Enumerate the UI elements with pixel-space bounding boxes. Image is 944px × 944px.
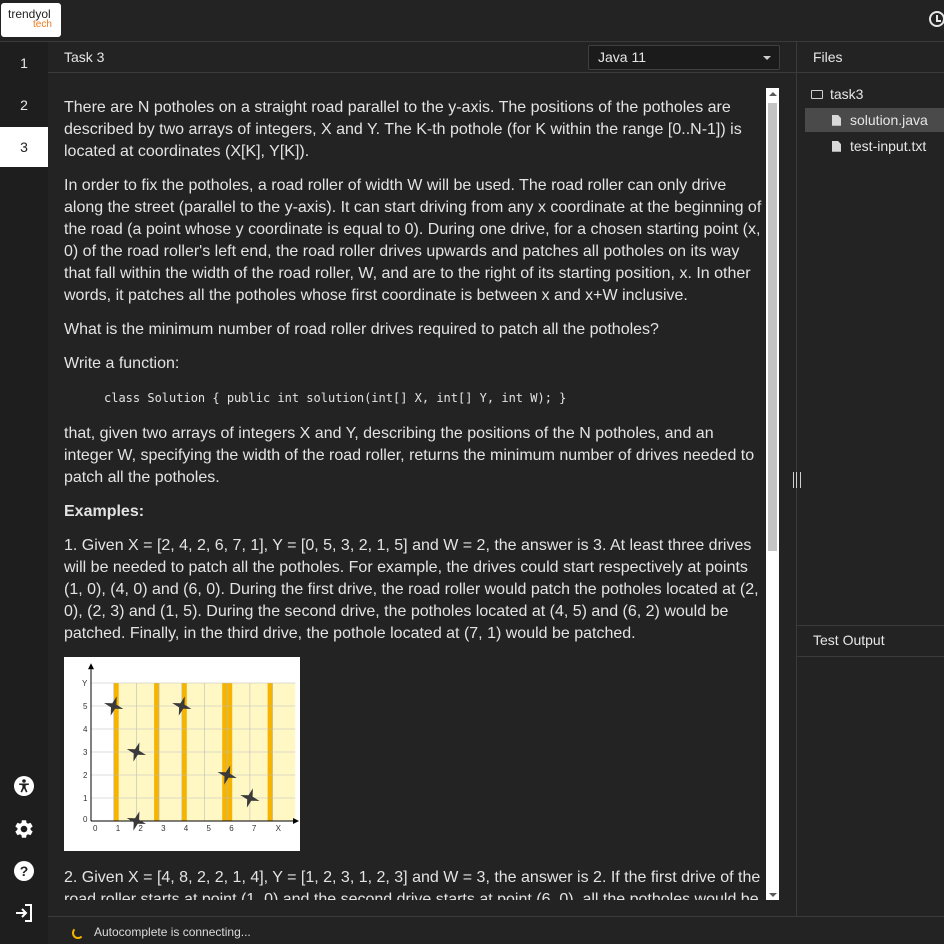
folder-task3[interactable]: task3 — [811, 82, 944, 106]
problem-paragraph: Write a function: — [64, 355, 180, 372]
status-bar: Autocomplete is connecting... — [48, 916, 944, 944]
file-label: solution.java — [850, 112, 928, 128]
test-output-divider — [797, 625, 944, 626]
scroll-up-icon[interactable] — [769, 92, 777, 96]
x-tick-label: 7 — [252, 824, 257, 833]
task-nav-item-2[interactable]: 2 — [0, 85, 48, 125]
language-select-value: Java 11 — [598, 49, 646, 65]
task-nav: 1 2 3 ? — [0, 42, 48, 944]
status-text: Autocomplete is connecting... — [94, 925, 251, 939]
scrollbar-thumb[interactable] — [768, 103, 777, 551]
y-axis-label: Y — [82, 679, 88, 688]
x-tick-label: 3 — [161, 824, 166, 833]
file-label: test-input.txt — [850, 138, 927, 154]
task-title: Task 3 — [64, 49, 105, 65]
language-select[interactable]: Java 11 — [588, 45, 780, 70]
folder-label: task3 — [830, 86, 864, 102]
y-tick-label: 1 — [83, 794, 88, 803]
problem-description: There are N potholes on a straight road … — [48, 73, 766, 900]
file-icon — [832, 140, 841, 152]
gear-icon[interactable] — [13, 818, 35, 840]
x-tick-label: 1 — [116, 824, 121, 833]
task-nav-item-1[interactable]: 1 — [0, 43, 48, 83]
x-axis-arrow — [293, 818, 300, 824]
problem-paragraph: In order to fix the potholes, a road rol… — [64, 177, 762, 304]
trendyol-tech-logo: trendyol tech — [1, 3, 61, 37]
spinner-icon — [72, 927, 84, 939]
function-signature: class Solution { public int solution(int… — [104, 391, 567, 405]
svg-text:?: ? — [20, 863, 29, 879]
task-header: Task 3 Java 11 — [48, 42, 796, 73]
x-tick-label: 5 — [207, 824, 212, 833]
caret-down-icon — [763, 56, 771, 60]
problem-paragraph: There are N potholes on a straight road … — [64, 99, 742, 160]
problem-question: What is the minimum number of road rolle… — [64, 321, 659, 338]
description-scrollbar[interactable] — [766, 88, 779, 900]
clock-icon[interactable] — [929, 11, 944, 27]
y-axis-arrow — [88, 663, 94, 670]
x-tick-label: 2 — [138, 824, 143, 833]
logout-icon[interactable] — [13, 902, 35, 924]
task-nav-item-3[interactable]: 3 — [0, 127, 48, 167]
accessibility-icon[interactable] — [13, 775, 35, 797]
x-tick-label: 4 — [184, 824, 189, 833]
logo-line2: tech — [33, 19, 52, 30]
top-bar: trendyol tech — [0, 0, 944, 42]
y-tick-label: 5 — [83, 702, 88, 711]
example-1: 1. Given X = [2, 4, 2, 6, 7, 1], Y = [0,… — [64, 537, 759, 642]
examples-heading: Examples: — [64, 503, 145, 520]
folder-icon — [811, 89, 823, 99]
example-2: 2. Given X = [4, 8, 2, 2, 1, 4], Y = [1,… — [64, 869, 761, 900]
y-tick-label: 4 — [83, 725, 88, 734]
help-icon[interactable]: ? — [13, 860, 35, 882]
y-tick-label: 3 — [83, 748, 88, 757]
files-title: Files — [813, 49, 843, 65]
x-axis-label: X — [276, 824, 282, 833]
x-tick-label: 0 — [93, 824, 98, 833]
file-icon — [832, 114, 841, 126]
y-tick-label: 0 — [83, 815, 88, 824]
x-tick-label: 6 — [229, 824, 234, 833]
resize-handle[interactable] — [793, 472, 801, 488]
files-header-divider — [797, 72, 944, 73]
test-output-divider — [797, 656, 944, 657]
scroll-down-icon[interactable] — [769, 893, 777, 897]
test-output-title: Test Output — [813, 632, 885, 648]
problem-paragraph: that, given two arrays of integers X and… — [64, 425, 755, 486]
pothole-plot: 0 1 2 3 4 5 6 7 1 2 3 4 5 0 X Y — [82, 663, 300, 833]
example-figure: 0 1 2 3 4 5 6 7 1 2 3 4 5 0 X Y — [64, 657, 300, 851]
file-solution-java[interactable]: solution.java — [805, 108, 944, 132]
y-tick-label: 2 — [83, 771, 88, 780]
file-test-input-txt[interactable]: test-input.txt — [805, 134, 944, 158]
